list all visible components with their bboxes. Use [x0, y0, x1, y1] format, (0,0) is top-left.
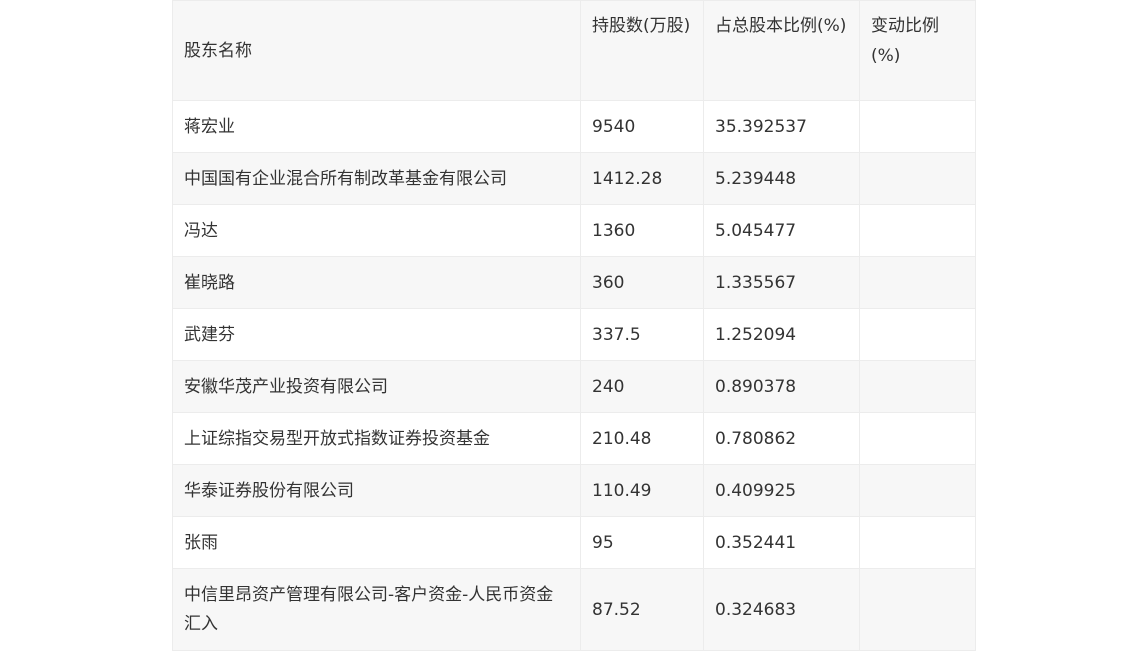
table-row: 上证综指交易型开放式指数证券投资基金 210.48 0.780862: [172, 412, 976, 465]
cell-shareholder-name: 蒋宏业: [172, 100, 581, 153]
cell-change-ratio: [859, 516, 976, 569]
cell-shareholder-name: 崔晓路: [172, 256, 581, 309]
table-row: 中国国有企业混合所有制改革基金有限公司 1412.28 5.239448: [172, 152, 976, 205]
cell-shareholder-name: 中信里昂资产管理有限公司-客户资金-人民币资金汇入: [172, 568, 581, 651]
cell-shareholder-name: 华泰证券股份有限公司: [172, 464, 581, 517]
cell-share-ratio: 1.335567: [703, 256, 860, 309]
cell-shares-held: 337.5: [580, 308, 704, 361]
cell-share-ratio: 35.392537: [703, 100, 860, 153]
cell-share-ratio: 5.045477: [703, 204, 860, 257]
cell-shareholder-name: 武建芬: [172, 308, 581, 361]
cell-share-ratio: 0.324683: [703, 568, 860, 651]
table-row: 张雨 95 0.352441: [172, 516, 976, 569]
cell-share-ratio: 0.890378: [703, 360, 860, 413]
cell-shares-held: 360: [580, 256, 704, 309]
cell-share-ratio: 0.352441: [703, 516, 860, 569]
header-row: 股东名称 持股数(万股) 占总股本比例(%) 变动比例(%): [172, 0, 976, 101]
cell-change-ratio: [859, 256, 976, 309]
header-share-ratio: 占总股本比例(%): [703, 0, 860, 101]
cell-change-ratio: [859, 100, 976, 153]
table-body: 蒋宏业 9540 35.392537 中国国有企业混合所有制改革基金有限公司 1…: [172, 100, 976, 651]
cell-shares-held: 110.49: [580, 464, 704, 517]
cell-shareholder-name: 上证综指交易型开放式指数证券投资基金: [172, 412, 581, 465]
cell-shares-held: 240: [580, 360, 704, 413]
table-row: 崔晓路 360 1.335567: [172, 256, 976, 309]
table-row: 冯达 1360 5.045477: [172, 204, 976, 257]
cell-change-ratio: [859, 308, 976, 361]
cell-change-ratio: [859, 464, 976, 517]
cell-shares-held: 95: [580, 516, 704, 569]
cell-shareholder-name: 张雨: [172, 516, 581, 569]
cell-change-ratio: [859, 152, 976, 205]
cell-shares-held: 87.52: [580, 568, 704, 651]
cell-shares-held: 9540: [580, 100, 704, 153]
table-row: 蒋宏业 9540 35.392537: [172, 100, 976, 153]
cell-change-ratio: [859, 360, 976, 413]
cell-share-ratio: 1.252094: [703, 308, 860, 361]
cell-change-ratio: [859, 204, 976, 257]
table-row: 华泰证券股份有限公司 110.49 0.409925: [172, 464, 976, 517]
cell-change-ratio: [859, 412, 976, 465]
top-shareholders-table: 股东名称 持股数(万股) 占总股本比例(%) 变动比例(%) 蒋宏业 9540 …: [172, 0, 976, 651]
cell-share-ratio: 0.409925: [703, 464, 860, 517]
header-shareholder-name: 股东名称: [172, 0, 581, 101]
cell-shareholder-name: 中国国有企业混合所有制改革基金有限公司: [172, 152, 581, 205]
shareholder-table-container: 股东名称 持股数(万股) 占总股本比例(%) 变动比例(%) 蒋宏业 9540 …: [172, 0, 976, 651]
header-shares-held: 持股数(万股): [580, 0, 704, 101]
cell-shares-held: 210.48: [580, 412, 704, 465]
table-row: 中信里昂资产管理有限公司-客户资金-人民币资金汇入 87.52 0.324683: [172, 568, 976, 651]
table-header: 股东名称 持股数(万股) 占总股本比例(%) 变动比例(%): [172, 0, 976, 101]
cell-shareholder-name: 安徽华茂产业投资有限公司: [172, 360, 581, 413]
header-change-ratio: 变动比例(%): [859, 0, 976, 101]
cell-shareholder-name: 冯达: [172, 204, 581, 257]
cell-shares-held: 1360: [580, 204, 704, 257]
table-row: 安徽华茂产业投资有限公司 240 0.890378: [172, 360, 976, 413]
cell-share-ratio: 5.239448: [703, 152, 860, 205]
cell-change-ratio: [859, 568, 976, 651]
cell-share-ratio: 0.780862: [703, 412, 860, 465]
table-row: 武建芬 337.5 1.252094: [172, 308, 976, 361]
cell-shares-held: 1412.28: [580, 152, 704, 205]
